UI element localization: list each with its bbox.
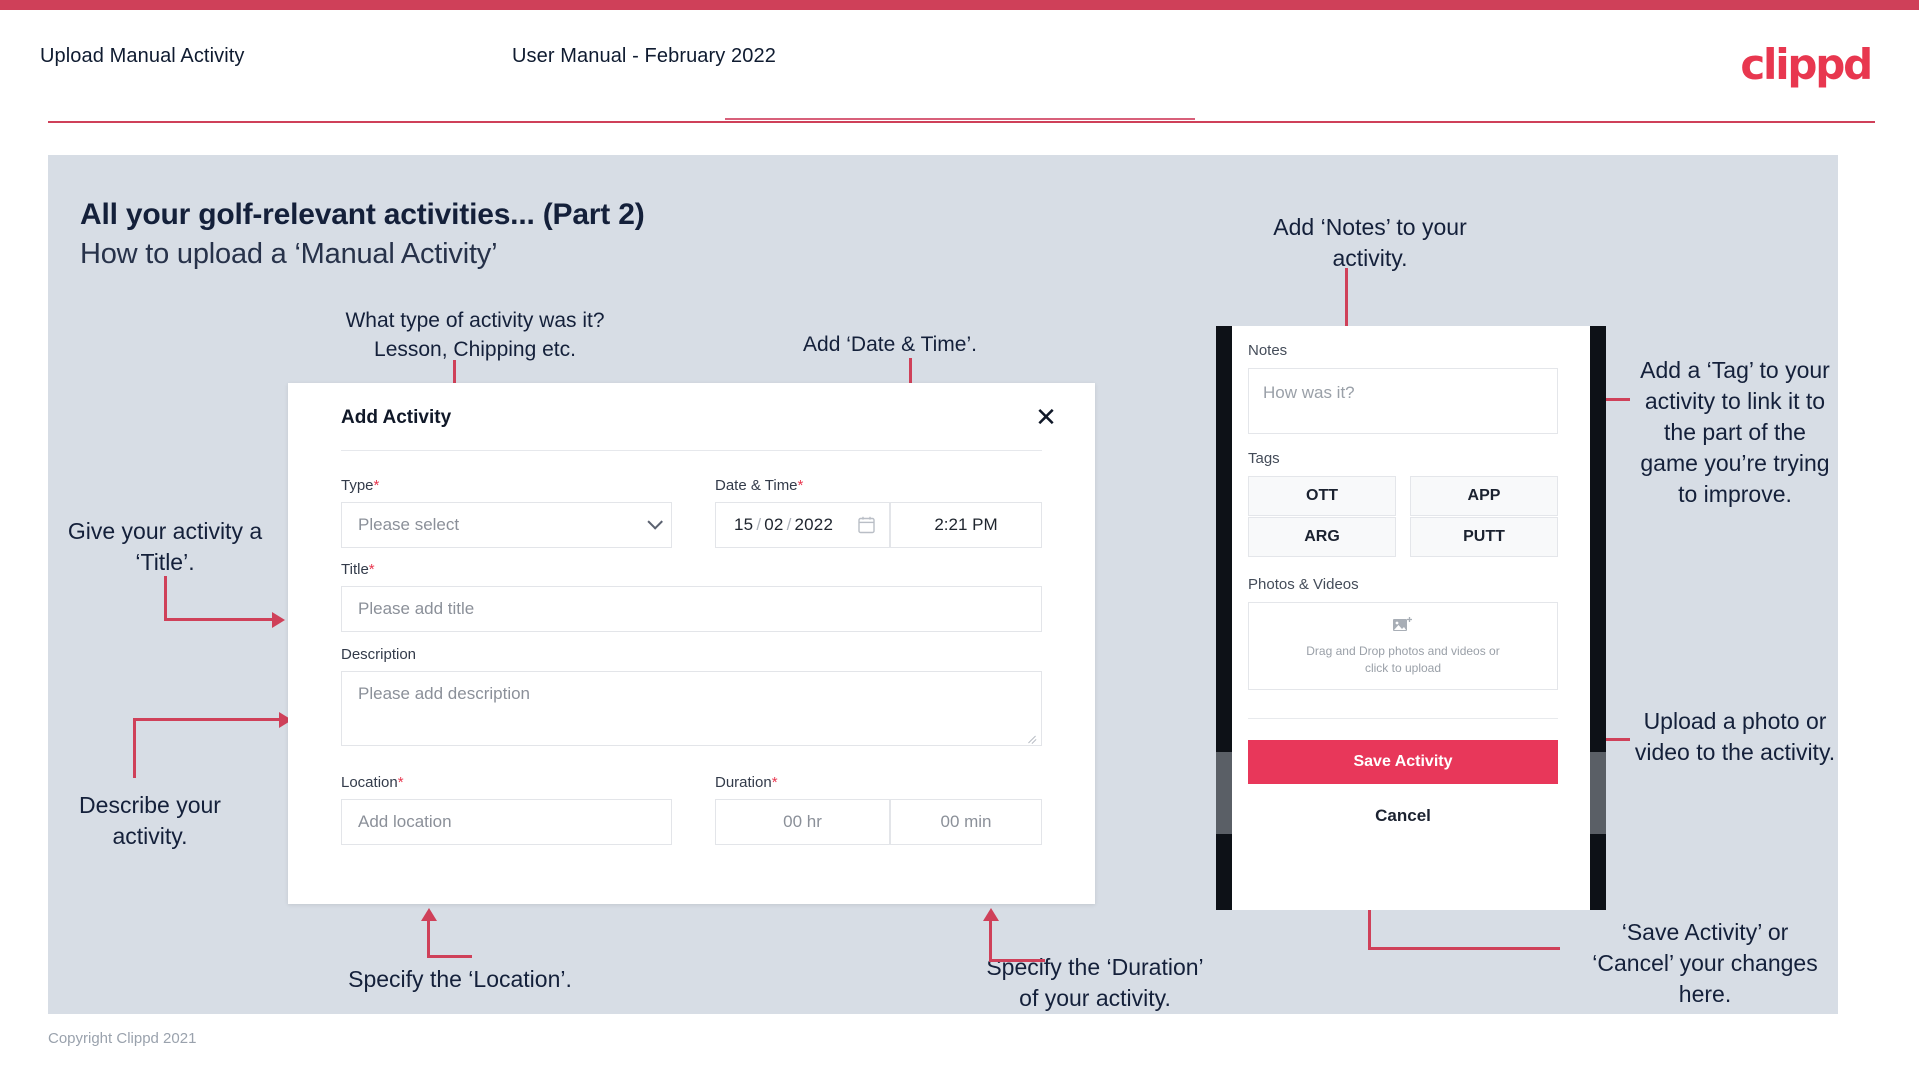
slide-subheading: How to upload a ‘Manual Activity’ <box>80 238 498 270</box>
duration-required-mark: * <box>771 774 778 791</box>
tag-button-putt[interactable]: PUTT <box>1410 517 1558 557</box>
dropzone-text: Drag and Drop photos and videos or click… <box>1306 643 1499 677</box>
header-divider-overlay <box>725 118 1195 120</box>
connector-dur-h <box>989 959 1045 962</box>
type-label: Type* <box>341 477 379 494</box>
phone-bezel-left <box>1216 326 1232 910</box>
annotation-description: Describe your activity. <box>79 792 221 849</box>
connector-dur-arrow <box>983 908 999 921</box>
connector-desc-h <box>133 718 281 721</box>
connector-loc-v <box>427 920 430 958</box>
tags-label: Tags <box>1248 450 1280 467</box>
title-label-text: Title <box>341 561 369 578</box>
location-required-mark: * <box>397 774 404 791</box>
type-select[interactable]: Please select <box>341 502 672 548</box>
type-required-mark: * <box>373 477 380 494</box>
description-label: Description <box>341 646 416 663</box>
date-year: 2022 <box>794 515 834 534</box>
duration-label: Duration* <box>715 774 778 791</box>
connector-loc-h <box>427 955 472 958</box>
connector-loc-arrow <box>421 908 437 921</box>
tag-button-app[interactable]: APP <box>1410 476 1558 516</box>
description-placeholder: Please add description <box>358 684 531 703</box>
annotation-save: ‘Save Activity’ or ‘Cancel’ your changes… <box>1592 919 1818 1007</box>
duration-hours-placeholder: 00 hr <box>783 812 822 831</box>
resize-handle-icon[interactable] <box>1027 732 1037 744</box>
duration-minutes-placeholder: 00 min <box>940 812 992 831</box>
connector-title-arrow <box>272 612 285 628</box>
date-value: 15/02/2022 <box>716 515 833 535</box>
page-title: Upload Manual Activity <box>40 45 245 67</box>
annotation-location: Specify the ‘Location’. <box>348 966 572 992</box>
datetime-label: Date & Time* <box>715 477 803 494</box>
annotation-type: What type of activity was it? Lesson, Ch… <box>345 309 605 361</box>
type-select-placeholder: Please select <box>358 515 460 534</box>
dropzone-line-2: click to upload <box>1364 660 1442 675</box>
photo-upload-dropzone[interactable]: Drag and Drop photos and videos or click… <box>1248 602 1558 690</box>
description-textarea[interactable]: Please add description <box>341 671 1042 746</box>
location-placeholder: Add location <box>358 812 452 831</box>
page-subtitle: User Manual - February 2022 <box>512 45 776 67</box>
date-input[interactable]: 15/02/2022 <box>715 502 890 548</box>
notes-placeholder: How was it? <box>1263 383 1355 402</box>
connector-title-v <box>164 576 167 621</box>
chevron-down-icon <box>647 514 663 530</box>
location-input[interactable]: Add location <box>341 799 672 845</box>
phone-mockup: Notes How was it? Tags OTT APP ARG PUTT … <box>1216 326 1606 910</box>
connector-dur-v <box>989 920 992 962</box>
header-divider <box>48 121 1875 123</box>
date-sep-1: / <box>756 515 762 534</box>
location-label: Location* <box>341 774 404 791</box>
datetime-label-text: Date & Time <box>715 477 798 494</box>
add-activity-dialog: Add Activity ✕ Type* Please select Date … <box>288 383 1095 904</box>
phone-bezel-right-segment <box>1590 752 1606 834</box>
date-sep-2: / <box>786 515 792 534</box>
title-required-mark: * <box>368 561 375 578</box>
cancel-button[interactable]: Cancel <box>1248 798 1558 834</box>
title-input-placeholder: Please add title <box>358 599 475 618</box>
connector-title-h <box>164 618 274 621</box>
notes-label: Notes <box>1248 342 1288 359</box>
duration-hours-input[interactable]: 00 hr <box>715 799 890 845</box>
photos-videos-label: Photos & Videos <box>1248 576 1359 593</box>
datetime-required-mark: * <box>797 477 804 494</box>
add-image-icon <box>1393 616 1412 631</box>
dropzone-line-1: Drag and Drop photos and videos or <box>1306 643 1500 658</box>
close-icon[interactable]: ✕ <box>1029 400 1063 434</box>
annotation-title: Give your activity a ‘Title’. <box>67 518 263 575</box>
annotation-notes: Add ‘Notes’ to your activity. <box>1273 214 1467 271</box>
annotation-datetime: Add ‘Date & Time’. <box>803 333 977 356</box>
slide-root: Upload Manual Activity User Manual - Feb… <box>0 0 1919 1079</box>
footer-copyright: Copyright Clippd 2021 <box>48 1030 197 1047</box>
location-label-text: Location <box>341 774 398 791</box>
dialog-title: Add Activity <box>341 407 452 428</box>
date-month: 02 <box>764 515 784 534</box>
notes-textarea[interactable]: How was it? <box>1248 368 1558 434</box>
tag-button-arg[interactable]: ARG <box>1248 517 1396 557</box>
connector-desc-v <box>133 718 136 778</box>
annotation-upload: Upload a photo or video to the activity. <box>1634 708 1836 765</box>
dialog-divider <box>341 450 1042 451</box>
annotation-tags: Add a ‘Tag’ to your activity to link it … <box>1640 357 1830 507</box>
time-value: 2:21 PM <box>934 515 998 534</box>
duration-label-text: Duration <box>715 774 772 791</box>
time-input[interactable]: 2:21 PM <box>890 502 1042 548</box>
tag-button-ott[interactable]: OTT <box>1248 476 1396 516</box>
save-activity-button[interactable]: Save Activity <box>1248 740 1558 784</box>
type-label-text: Type <box>341 477 374 494</box>
phone-bezel-left-segment <box>1216 752 1232 834</box>
phone-screen: Notes How was it? Tags OTT APP ARG PUTT … <box>1232 326 1590 910</box>
description-label-text: Description <box>341 646 417 663</box>
connector-save-h <box>1368 947 1560 950</box>
slide-heading: All your golf-relevant activities... (Pa… <box>80 198 645 231</box>
date-day: 15 <box>734 515 754 534</box>
calendar-icon[interactable] <box>858 516 875 534</box>
title-label: Title* <box>341 561 375 578</box>
duration-minutes-input[interactable]: 00 min <box>890 799 1042 845</box>
title-input[interactable]: Please add title <box>341 586 1042 632</box>
clippd-logo: clippd <box>1740 40 1873 89</box>
phone-divider <box>1248 718 1558 719</box>
top-accent-bar <box>0 0 1919 10</box>
phone-bezel-right <box>1590 326 1606 910</box>
